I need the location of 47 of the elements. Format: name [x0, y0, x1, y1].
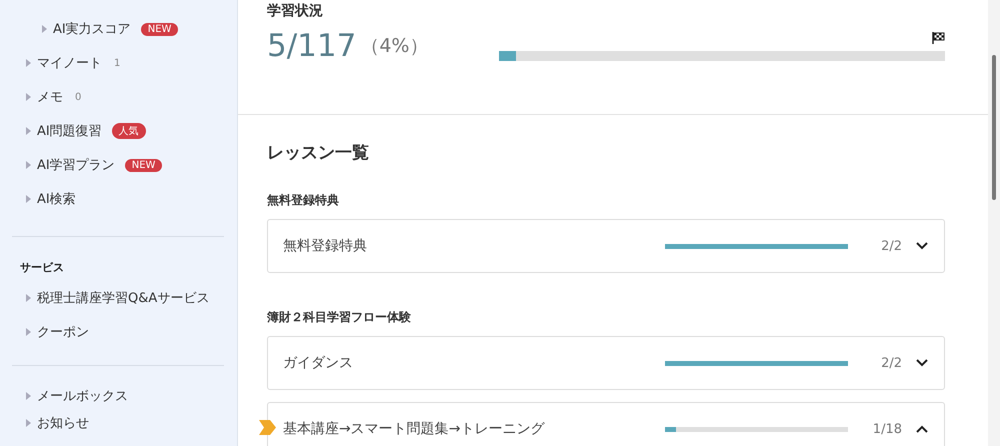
sidebar-item[interactable]: メモ	[37, 88, 63, 106]
caret-icon	[26, 328, 31, 336]
caret-icon	[26, 161, 31, 169]
caret-icon	[26, 59, 31, 67]
caret-icon	[26, 93, 31, 101]
lesson-title: 基本講座→スマート問題集→トレーニング	[283, 420, 546, 438]
badge: 人気	[112, 123, 146, 139]
caret-icon	[26, 392, 31, 400]
scrollbar-thumb[interactable]	[992, 55, 996, 200]
item-count: 0	[75, 92, 82, 102]
sidebar-item[interactable]: AI学習プラン	[37, 156, 115, 174]
section-title: 学習状況	[267, 2, 324, 20]
progress-count: 5/117	[267, 28, 356, 64]
group-title: 簿財２科目学習フロー体験	[267, 309, 412, 326]
section-title: サービス	[19, 260, 65, 276]
caret-icon	[26, 418, 31, 426]
lesson-count: 1/18	[872, 422, 902, 436]
lesson-count: 2/2	[880, 238, 902, 254]
progress-percent: （4%）	[360, 34, 428, 59]
sidebar-item[interactable]: マイノート	[37, 54, 102, 72]
sidebar-item[interactable]: AI実力スコア	[53, 20, 131, 38]
caret-icon	[42, 25, 47, 33]
caret-icon	[26, 195, 31, 203]
sidebar-item[interactable]: クーポン	[37, 323, 89, 341]
group-title: 無料登録特典	[267, 192, 340, 209]
lesson-title: 無料登録特典	[283, 237, 368, 255]
sidebar-item[interactable]: AI問題復習	[37, 122, 102, 140]
checkered-flag-icon	[931, 31, 945, 45]
sidebar-item[interactable]: 税理士講座学習Q&Aサービス	[37, 289, 210, 307]
lesson-title: ガイダンス	[283, 354, 354, 372]
badge: NEW	[124, 158, 162, 172]
scrollbar[interactable]	[988, 0, 1000, 446]
sidebar-item[interactable]: メールボックス	[37, 386, 128, 404]
chevron-up-icon[interactable]	[916, 425, 928, 433]
chevron-down-icon[interactable]	[916, 359, 928, 367]
caret-icon	[26, 294, 31, 302]
item-count: 1	[114, 58, 120, 68]
chevron-down-icon[interactable]	[916, 242, 928, 250]
caret-icon	[26, 127, 31, 135]
sidebar-item[interactable]: お知らせ	[37, 414, 89, 432]
section-title: レッスン一覧	[267, 142, 370, 164]
lesson-card[interactable]: ガイダンス 2/2	[267, 336, 945, 390]
badge: NEW	[140, 22, 178, 36]
lesson-card[interactable]: 基本講座→スマート問題集→トレーニング 1/18	[267, 402, 945, 446]
sidebar-item[interactable]: AI検索	[37, 190, 76, 208]
lesson-count: 2/2	[880, 356, 902, 370]
lesson-card[interactable]: 無料登録特典 2/2	[267, 219, 945, 273]
